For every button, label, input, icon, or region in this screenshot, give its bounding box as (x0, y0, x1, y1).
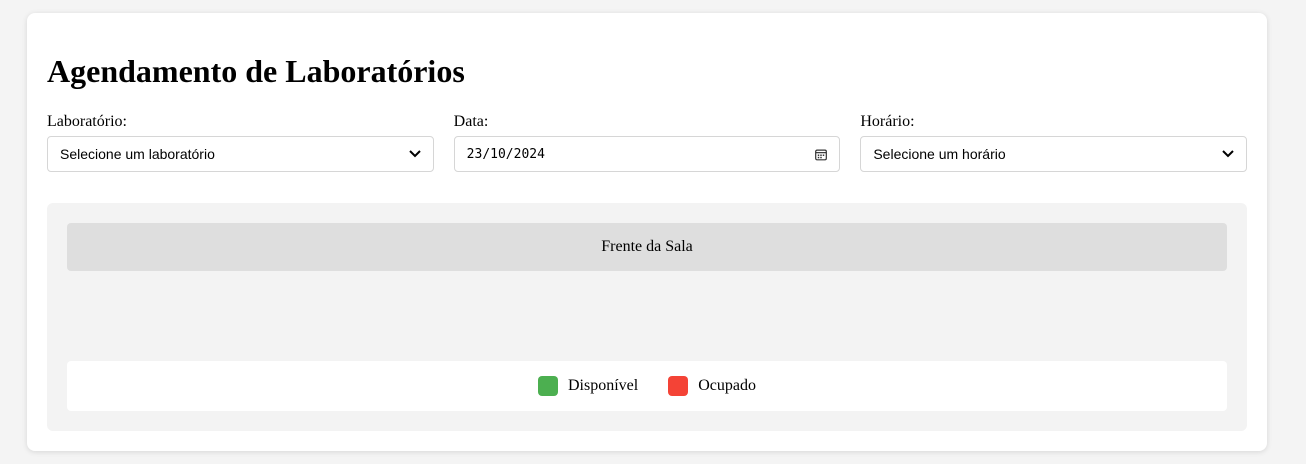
page-title: Agendamento de Laboratórios (47, 53, 465, 89)
laboratory-select[interactable]: Selecione um laboratório (47, 136, 434, 172)
calendar-icon[interactable] (815, 148, 828, 160)
legend: Disponível Ocupado (67, 361, 1227, 411)
filter-fields: Laboratório: Selecione um laboratório Da… (47, 112, 1248, 172)
occupied-swatch (668, 376, 689, 396)
time-field: Horário: Selecione um horário (860, 112, 1248, 172)
date-input[interactable]: 23/10/2024 (453, 136, 841, 172)
date-field: Data: 23/10/2024 (453, 112, 841, 172)
legend-label-available: Disponível (568, 377, 639, 394)
laboratory-label: Laboratório: (47, 113, 127, 130)
scheduling-card: Agendamento de Laboratórios Laboratório:… (27, 13, 1267, 451)
legend-item-occupied: Ocupado (668, 376, 756, 396)
time-select[interactable]: Selecione um horário (860, 136, 1248, 172)
legend-label-occupied: Ocupado (698, 377, 756, 394)
laboratory-selected-value: Selecione um laboratório (60, 146, 215, 162)
chevron-down-icon (408, 148, 421, 160)
room-front: Frente da Sala (67, 223, 1227, 271)
time-selected-value: Selecione um horário (873, 146, 1006, 162)
laboratory-field: Laboratório: Selecione um laboratório (47, 112, 434, 172)
available-swatch (538, 376, 558, 396)
room-layout: Frente da Sala Disponível Ocupado (47, 203, 1247, 431)
legend-item-available: Disponível (538, 376, 638, 396)
date-label: Data: (453, 113, 489, 130)
date-value: 23/10/2024 (466, 146, 545, 162)
chevron-down-icon (1222, 148, 1234, 160)
time-label: Horário: (860, 113, 915, 130)
